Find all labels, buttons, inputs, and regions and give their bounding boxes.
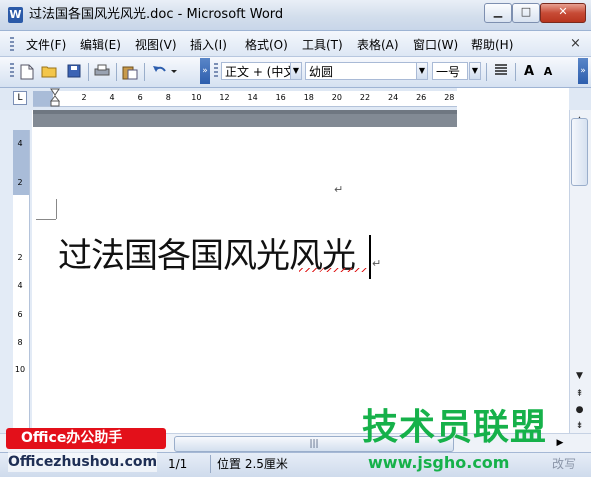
ruler-tick-label: 18 xyxy=(303,93,314,102)
ruler-tick-label: 16 xyxy=(275,93,286,102)
tab-selector-button[interactable]: L xyxy=(13,91,27,105)
menu-help[interactable]: 帮助(H) xyxy=(471,37,513,53)
close-document-icon[interactable]: × xyxy=(570,36,581,51)
undo-icon[interactable] xyxy=(151,64,179,80)
select-browse-object-icon[interactable]: ● xyxy=(571,403,588,417)
menu-grip-handle[interactable] xyxy=(10,37,14,51)
font-size-combo[interactable]: 一号 xyxy=(432,62,468,80)
open-folder-icon[interactable] xyxy=(41,64,57,80)
ruler-tick-label: 28 xyxy=(444,93,455,102)
ruler-tick-label: 26 xyxy=(416,93,427,102)
menu-file[interactable]: 文件(F) xyxy=(26,37,66,53)
chevron-down-icon[interactable]: ▼ xyxy=(290,62,302,80)
text-boundary-corner xyxy=(36,219,56,220)
office-watermark-badge: Office办公助手 xyxy=(6,428,166,449)
vertical-ruler-tick-label: 10 xyxy=(14,365,26,374)
menu-insert[interactable]: 插入(I) xyxy=(190,37,227,53)
ruler-tick-label: 4 xyxy=(109,93,115,102)
ruler-tick-label: 22 xyxy=(359,93,371,102)
status-separator xyxy=(210,455,211,473)
ruler-tick-label: 8 xyxy=(165,93,171,102)
scroll-down-icon[interactable]: ▼ xyxy=(571,369,588,383)
scroll-right-icon[interactable]: ▶ xyxy=(553,436,567,450)
jsgho-watermark-title: 技术员联盟 xyxy=(362,407,548,448)
chevron-down-icon[interactable]: ▼ xyxy=(416,62,428,80)
document-body-text[interactable]: 过法国各国风光风光 xyxy=(58,232,356,280)
ruler-tick-label: 12 xyxy=(219,93,230,102)
toolbar-options-chevron-icon[interactable]: » xyxy=(578,58,588,84)
toolbar-separator xyxy=(116,63,117,81)
toolbar-separator xyxy=(515,63,516,81)
minimize-button[interactable]: ▁ xyxy=(484,3,512,23)
menu-table[interactable]: 表格(A) xyxy=(357,37,399,53)
ruler-tick-label: 2 xyxy=(81,93,87,102)
menu-tools[interactable]: 工具(T) xyxy=(302,37,343,53)
ruler-tick-label: 24 xyxy=(388,93,399,102)
spelling-error-underline[interactable] xyxy=(299,268,369,272)
vertical-ruler-tick-label: 8 xyxy=(17,338,23,347)
maximize-button[interactable]: □ xyxy=(512,3,540,23)
vertical-ruler-tick-label: 2 xyxy=(17,178,23,187)
ruler-tick-label: 10 xyxy=(191,93,202,102)
format-toolbar-grip-handle[interactable] xyxy=(214,63,218,79)
style-combo[interactable]: 正文 + (中文 xyxy=(221,62,291,80)
text-caret xyxy=(369,235,371,279)
paste-icon[interactable] xyxy=(122,64,138,80)
menu-edit[interactable]: 编辑(E) xyxy=(80,37,121,53)
menu-window[interactable]: 窗口(W) xyxy=(413,37,458,53)
vertical-ruler-tick-label: 4 xyxy=(17,281,23,290)
jsgho-watermark-url: www.jsgho.com xyxy=(368,453,510,472)
font-combo[interactable]: 幼圆 xyxy=(305,62,417,80)
paragraph-mark: ↵ xyxy=(372,257,382,270)
maximize-icon: □ xyxy=(520,5,532,18)
word-app-icon[interactable]: W xyxy=(8,7,23,23)
ruler-tick-label: 14 xyxy=(247,93,258,102)
vertical-ruler-tick-label: 2 xyxy=(17,253,23,262)
close-button[interactable]: ✕ xyxy=(540,3,586,23)
ruler-tick-label: 20 xyxy=(331,93,342,102)
office-watermark-url: Officezhushou.com xyxy=(8,452,158,472)
previous-page-icon[interactable]: ⇞ xyxy=(571,387,588,401)
vertical-ruler-tick-label: 6 xyxy=(17,310,23,319)
print-icon[interactable] xyxy=(94,64,110,80)
vertical-ruler-tick-label: 4 xyxy=(17,139,23,148)
status-page-count: 1/1 xyxy=(168,457,188,471)
text-boundary-corner xyxy=(56,199,57,219)
toolbar-grip-handle[interactable] xyxy=(10,63,14,79)
ruler-tick-label: 6 xyxy=(137,93,143,102)
save-icon[interactable] xyxy=(66,64,82,80)
paragraph-mark: ↵ xyxy=(334,183,344,196)
menu-view[interactable]: 视图(V) xyxy=(135,37,177,53)
shrink-font-icon[interactable]: A xyxy=(540,64,556,80)
page-gap-shadow xyxy=(33,110,457,114)
toolbar-separator xyxy=(144,63,145,81)
window-title: 过法国各国风光风光.doc - Microsoft Word xyxy=(29,7,284,22)
document-page[interactable] xyxy=(33,127,569,433)
close-icon: ✕ xyxy=(558,5,568,18)
vertical-scroll-thumb[interactable] xyxy=(571,118,588,186)
grow-font-icon[interactable]: A xyxy=(521,64,537,80)
minimize-icon: ▁ xyxy=(493,5,503,18)
next-page-icon[interactable]: ⇟ xyxy=(571,419,588,433)
indent-marker-icon[interactable] xyxy=(49,88,61,108)
new-document-icon[interactable] xyxy=(19,64,35,80)
align-justify-icon[interactable] xyxy=(493,64,509,80)
status-overtype[interactable]: 改写 xyxy=(552,456,576,472)
toolbar-separator xyxy=(88,63,89,81)
status-position: 位置 2.5厘米 xyxy=(217,457,288,471)
toolbar-separator xyxy=(486,63,487,81)
menu-format[interactable]: 格式(O) xyxy=(245,37,288,53)
toolbar-options-chevron-icon[interactable]: » xyxy=(200,58,210,84)
chevron-down-icon[interactable]: ▼ xyxy=(469,62,481,80)
page-background xyxy=(457,88,569,127)
